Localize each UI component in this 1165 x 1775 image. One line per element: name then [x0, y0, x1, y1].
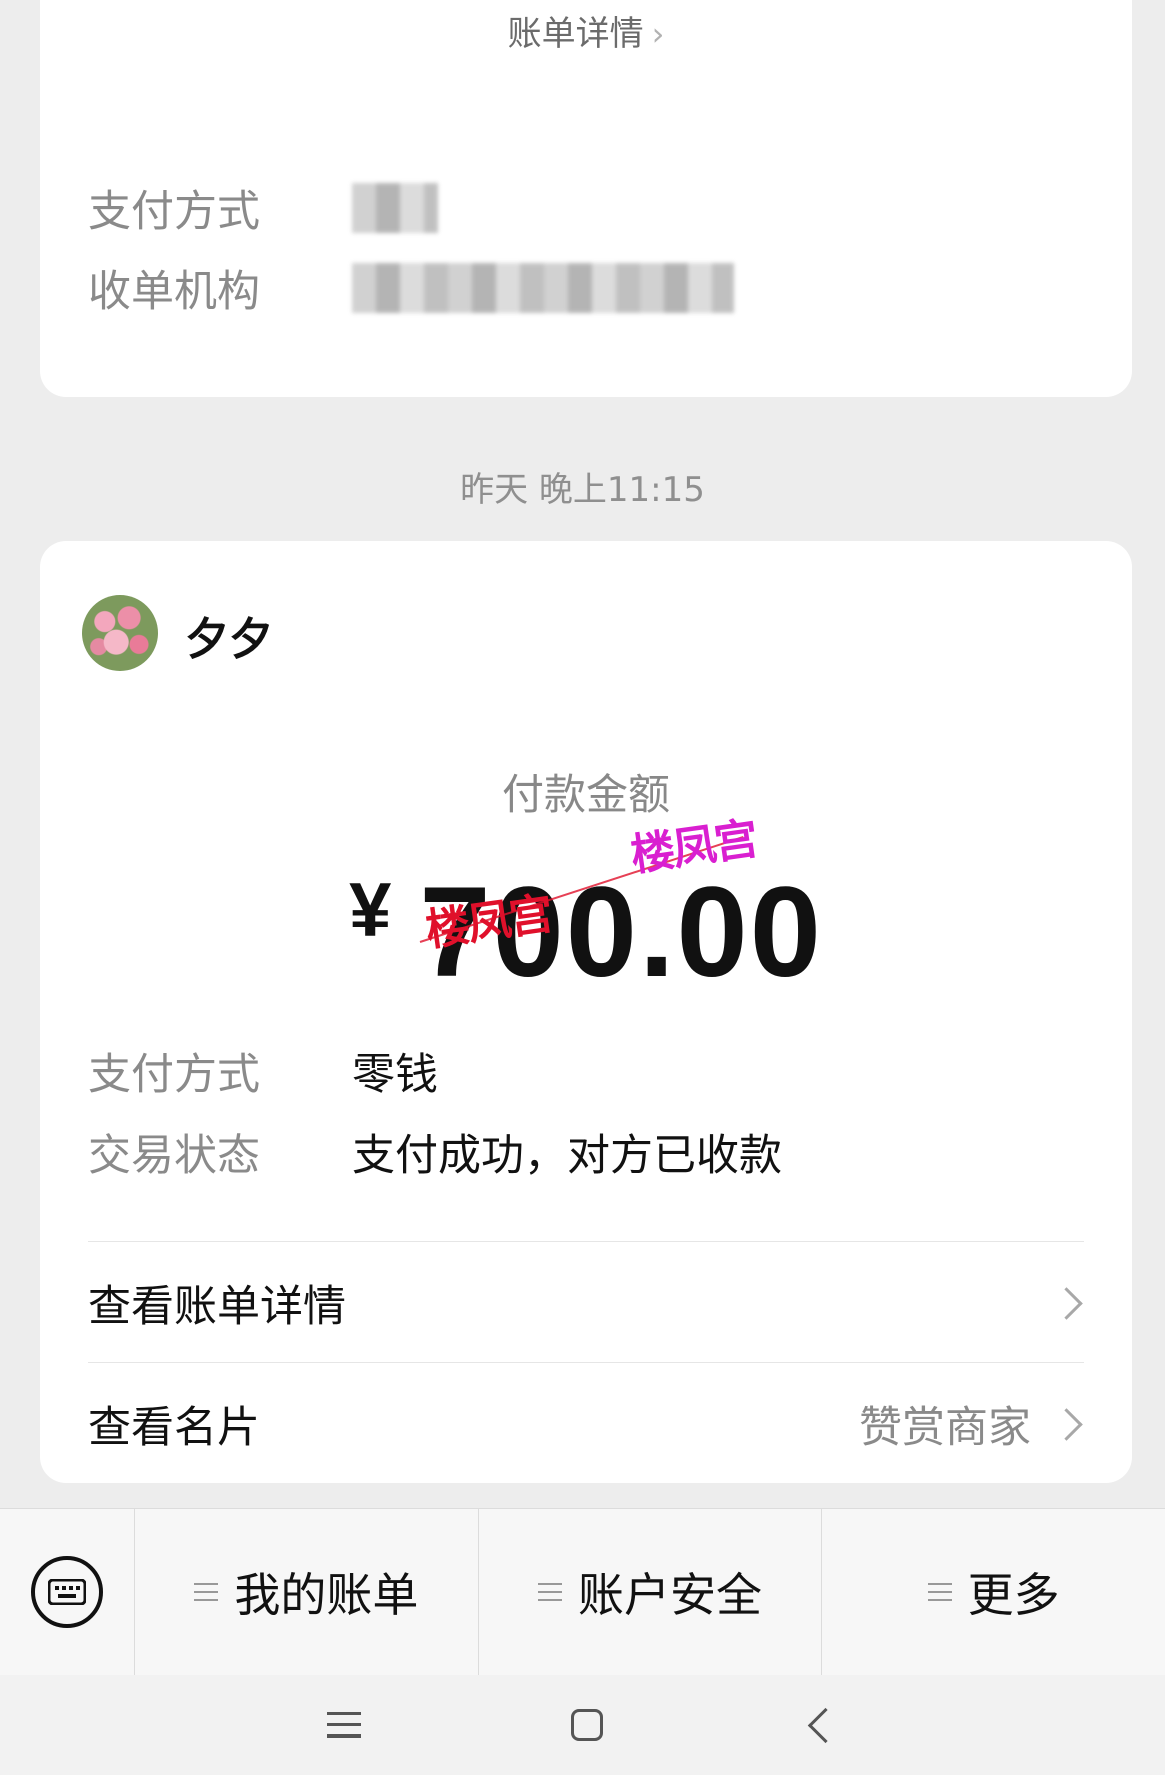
chevron-right-icon — [1050, 1286, 1083, 1320]
pay-method-row: 支付方式 零钱 — [88, 1043, 438, 1100]
message-timestamp: 昨天 晚上11:15 — [460, 470, 705, 510]
nav-recents-icon[interactable] — [327, 1712, 361, 1738]
nav-back-icon[interactable] — [807, 1707, 844, 1743]
hamburger-icon — [927, 1583, 952, 1601]
hamburger-icon — [538, 1583, 562, 1601]
acquirer-row: 收单机构 — [88, 260, 734, 317]
menu-my-bills-label: 我的账单 — [234, 1568, 419, 1622]
service-menu-bar: 我的账单 账户安全 更多 — [0, 1508, 1165, 1675]
pay-method-label: 支付方式 — [88, 1050, 260, 1100]
keyboard-toggle-button[interactable] — [0, 1509, 135, 1675]
nav-home-icon[interactable] — [571, 1709, 603, 1741]
bill-details-link[interactable]: 账单详情 › — [40, 6, 1132, 55]
divider — [88, 1362, 1084, 1363]
status-label: 交易状态 — [88, 1131, 260, 1181]
payment-amount: ¥700.00 — [40, 859, 1132, 1006]
acquirer-label: 收单机构 — [88, 267, 260, 317]
menu-account-security-label: 账户安全 — [578, 1568, 762, 1622]
amount-label: 付款金额 — [501, 770, 670, 819]
menu-my-bills[interactable]: 我的账单 — [135, 1509, 479, 1675]
view-business-card-row[interactable]: 查看名片 赞赏商家 — [88, 1394, 1084, 1454]
hamburger-icon — [194, 1583, 219, 1601]
pay-method-value: 零钱 — [352, 1050, 438, 1100]
pay-method-label: 支付方式 — [88, 187, 260, 237]
divider — [88, 1241, 1084, 1242]
redacted-pay-method — [352, 183, 438, 233]
view-business-card-label: 查看名片 — [88, 1403, 260, 1453]
menu-account-security[interactable]: 账户安全 — [479, 1509, 823, 1675]
payee-name: 夕夕 — [185, 614, 273, 665]
redacted-acquirer — [352, 263, 734, 313]
chevron-right-icon: › — [651, 15, 665, 53]
pay-method-row: 支付方式 — [88, 180, 438, 237]
status-value: 支付成功，对方已收款 — [352, 1131, 782, 1181]
keyboard-icon — [31, 1556, 103, 1628]
view-bill-details-row[interactable]: 查看账单详情 — [88, 1273, 1084, 1333]
bill-details-label: 账单详情 — [507, 14, 644, 54]
menu-more[interactable]: 更多 — [822, 1509, 1165, 1675]
view-bill-details-label: 查看账单详情 — [88, 1282, 346, 1332]
system-nav-bar — [0, 1675, 1165, 1775]
chevron-right-icon — [1050, 1407, 1083, 1441]
currency-symbol: ¥ — [349, 868, 392, 953]
avatar[interactable] — [82, 595, 158, 671]
status-row: 交易状态 支付成功，对方已收款 — [88, 1124, 782, 1181]
previous-payment-card: 账单详情 › 支付方式 收单机构 — [40, 0, 1132, 397]
payment-card: 夕夕 付款金额 ¥700.00 楼凤宫 楼凤宫 支付方式 零钱 交易状态 支付成… — [40, 541, 1132, 1483]
menu-more-label: 更多 — [967, 1568, 1060, 1622]
reward-merchant-label: 赞赏商家 — [859, 1403, 1031, 1453]
